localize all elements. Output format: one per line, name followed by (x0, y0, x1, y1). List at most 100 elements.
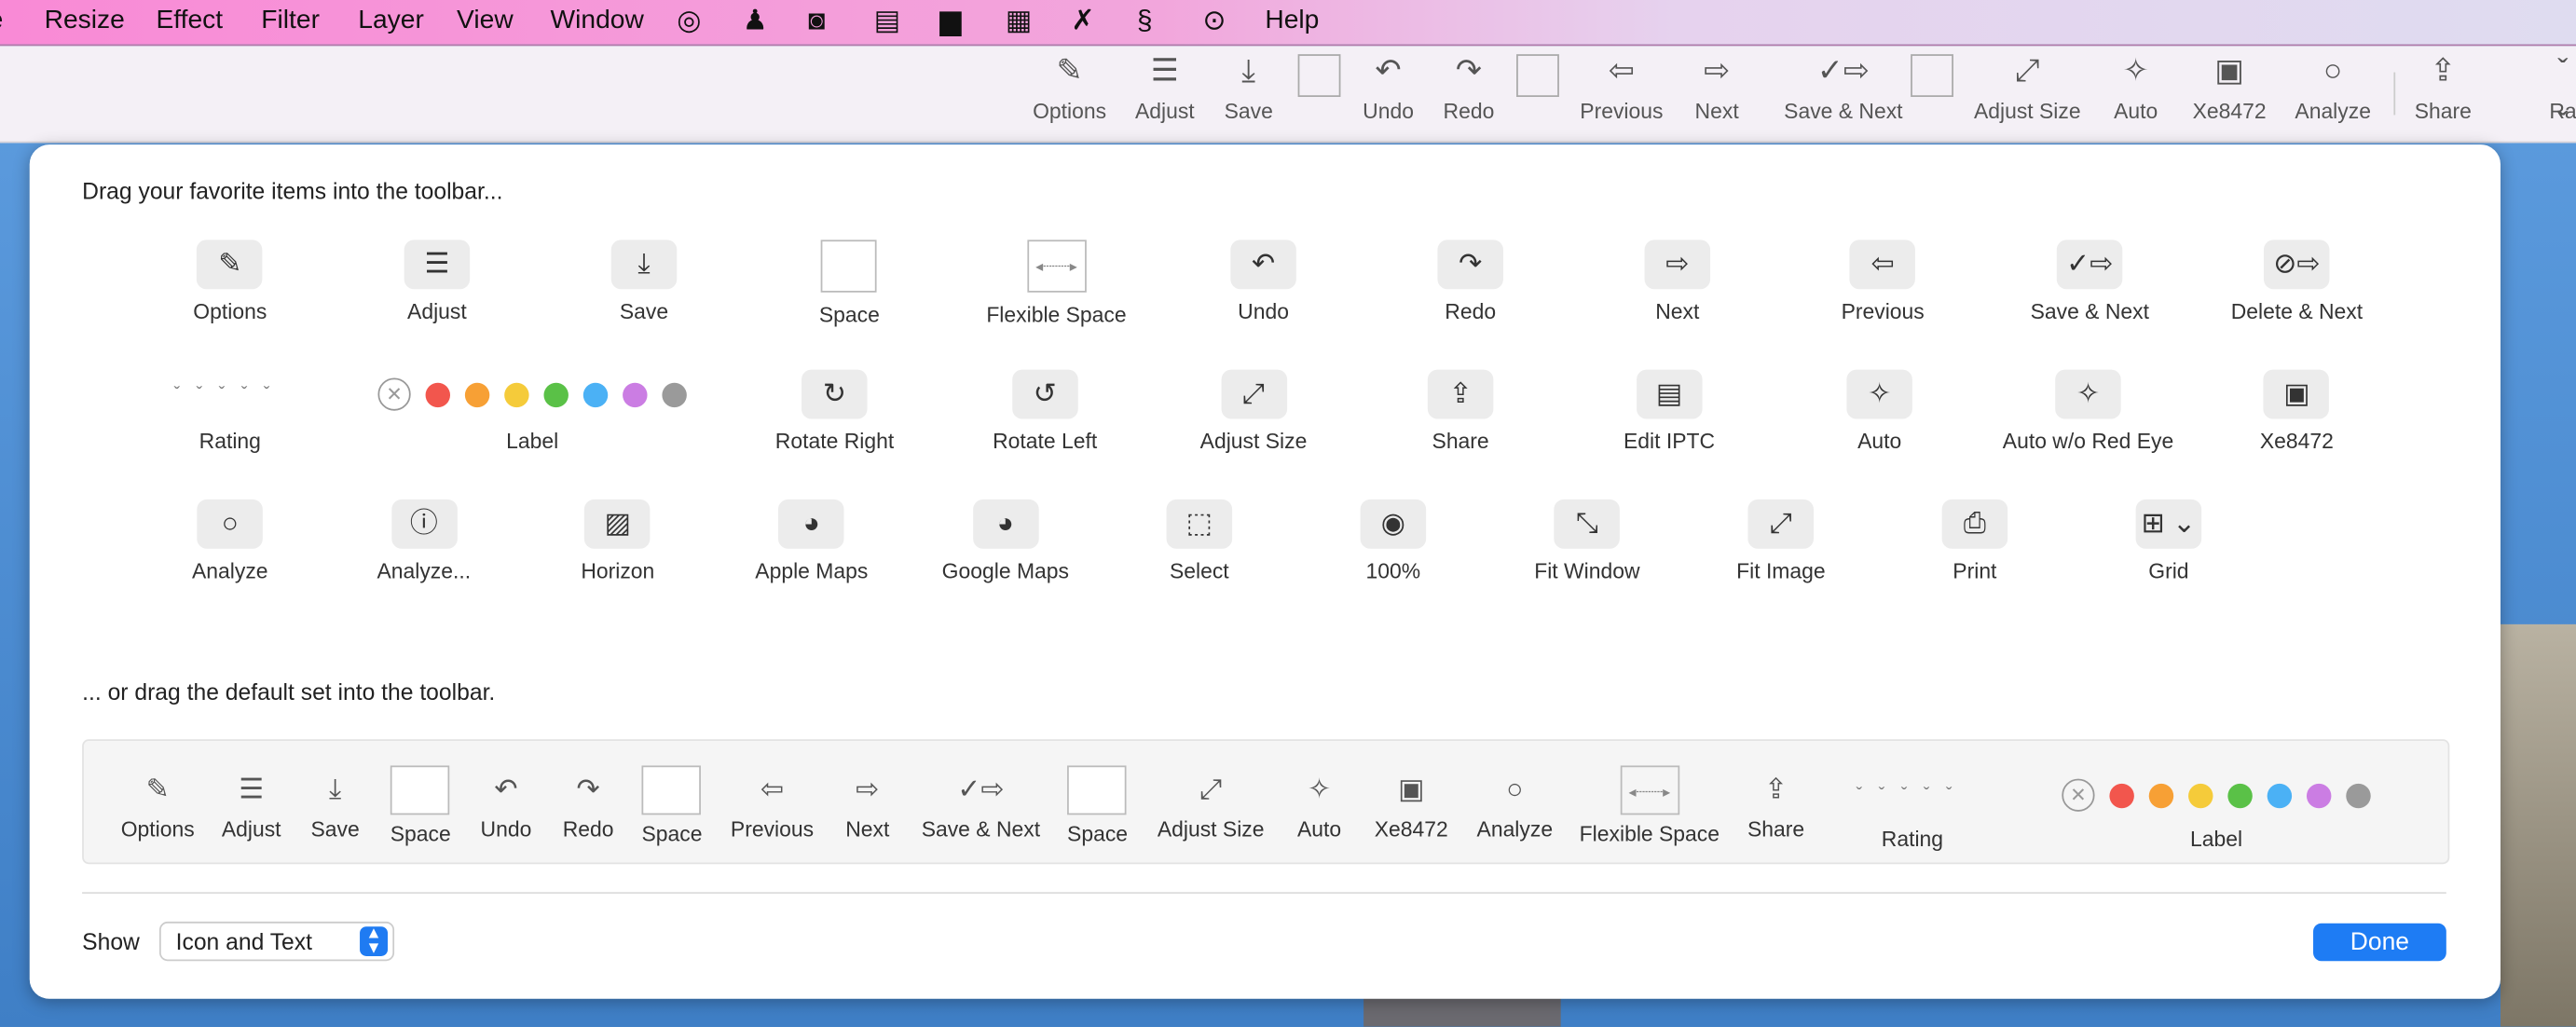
customize-toolbar-sheet: Drag your favorite items into the toolba… (29, 144, 2501, 999)
palette-item-redo[interactable]: ↷ Redo (1437, 240, 1503, 323)
show-select[interactable]: Icon and Text ▲ ▼ (158, 921, 395, 962)
label-color-5 (2306, 782, 2332, 808)
palette-item-globe[interactable]: ◕ Google Maps (942, 499, 1069, 583)
rating-icon: ˇ ˇ (2557, 54, 2569, 142)
palette-item-space[interactable]: Space (819, 240, 880, 327)
toolbar-item-options[interactable]: ✎ Options (1033, 46, 1106, 141)
palette-item-label: Rotate Right (774, 429, 895, 454)
toolbar-item-save[interactable]: ⤓ Save (1225, 46, 1273, 141)
ellipsis-circle-icon[interactable]: ⊙ (1202, 5, 1226, 37)
default-item-redo: ↷ Redo (563, 771, 614, 841)
default-item-label: Space (390, 821, 451, 846)
toolbar-item-redo[interactable]: ↷ Redo (1444, 46, 1495, 141)
default-item-share: ⇪ Share (1747, 771, 1804, 841)
camera-icon[interactable]: ◙ (808, 5, 825, 37)
palette-item-flexible-space[interactable]: ◂┄┄┄▸ Flexible Space (986, 240, 1127, 327)
palette-item-rating[interactable]: ˇˇˇˇˇ Rating (174, 370, 286, 453)
pin-icon[interactable]: ✗ (1071, 5, 1094, 37)
default-set-bar[interactable]: ✎ Options ☰ Adjust ⤓ Save Space ↶ Undo ↷ Redo Space… (82, 739, 2450, 865)
toolbar-item-space[interactable] (1911, 46, 1953, 141)
palette-item-print[interactable]: ⎙ Print (1941, 499, 2008, 583)
person-icon[interactable]: ♟ (743, 5, 768, 37)
palette-item-analyze[interactable]: ○ Analyze (192, 499, 268, 583)
default-item-previous: ⇦ Previous (731, 771, 814, 841)
package-icon[interactable]: ▆ (939, 5, 961, 37)
dollar-icon[interactable]: § (1137, 5, 1153, 37)
palette-item-next[interactable]: ⇨ Next (1644, 240, 1711, 324)
palette-item-label: Auto (1857, 429, 1902, 454)
next-icon: ⇨ (1644, 240, 1711, 290)
toolbar-item-label: Adjust Size (1973, 98, 2081, 124)
previous-icon: ⇦ (1849, 240, 1916, 290)
toolbar-item-rating[interactable]: ˇ ˇ Ra (2549, 46, 2576, 141)
toolbar-item-auto[interactable]: ✧ Auto (2114, 46, 2158, 141)
palette-item-analyze-alert[interactable]: ⓘ Analyze... (377, 499, 471, 583)
menu-e[interactable]: e (0, 7, 3, 36)
fit-window-icon: ⤡ (1554, 499, 1621, 549)
toolbar-item-space[interactable] (1297, 46, 1341, 141)
palette-item-fit-image[interactable]: ⤢ Fit Image (1736, 499, 1826, 583)
toolbar-item-previous[interactable]: ⇦ Previous (1580, 46, 1663, 141)
menu-window[interactable]: Window (551, 7, 644, 36)
palette-item-previous[interactable]: ⇦ Previous (1842, 240, 1925, 323)
palette-item-adjust-size[interactable]: ⤢ Adjust Size (1200, 369, 1307, 454)
done-button[interactable]: Done (2313, 923, 2446, 962)
menu-layer[interactable]: Layer (358, 7, 424, 36)
menu-filter[interactable]: Filter (261, 7, 320, 36)
palette-item-horizon[interactable]: ▨ Horizon (581, 499, 655, 583)
label-color-6 (2346, 782, 2371, 808)
fit-image-icon: ⤢ (1747, 499, 1815, 549)
palette-item-save-next[interactable]: ✓⇨ Save & Next (2031, 240, 2149, 323)
undo-icon: ↶ (1230, 240, 1296, 290)
palette-item-globe[interactable]: ◕ Apple Maps (755, 499, 868, 583)
toolbar-item-adjust-size[interactable]: ⤢ Adjust Size (1974, 46, 2081, 141)
palette-item-fit-window[interactable]: ⤡ Fit Window (1534, 499, 1640, 583)
flexible-space-placeholder: ◂┄┄┄▸ (1620, 765, 1679, 815)
palette-item-adjust[interactable]: ☰ Adjust (404, 240, 471, 323)
palette-item-image[interactable]: ▣ Xe8472 (2260, 369, 2334, 454)
palette-item-auto[interactable]: ✧ Auto (1846, 369, 1912, 454)
palette-item-rotate-left[interactable]: ↺ Rotate Left (993, 369, 1097, 454)
palette-item-label: Next (1655, 298, 1700, 324)
toolbar-item-undo[interactable]: ↶ Undo (1363, 46, 1414, 141)
toolbar-item-next[interactable]: ⇨ Next (1695, 46, 1739, 141)
palette-item-eye[interactable]: ◉ 100% (1360, 499, 1427, 583)
toolbar-item-analyze[interactable]: ○ Analyze (2295, 46, 2371, 141)
auto-icon: ✧ (1307, 774, 1332, 805)
toolbar-item-save-next[interactable]: ✓⇨ Save & Next (1784, 46, 1902, 141)
palette-item-delete-next[interactable]: ⊘⇨ Delete & Next (2231, 240, 2363, 323)
palette-item-label: Edit IPTC (1623, 429, 1716, 454)
palette-item-auto-no-red-eye[interactable]: ✧ Auto w/o Red Eye (2003, 369, 2173, 454)
palette-item-label: Horizon (581, 558, 655, 583)
clipboard-icon[interactable]: ▤ (874, 5, 900, 37)
redo-icon: ↷ (1437, 240, 1503, 290)
palette-item-select[interactable]: ⬚ Select (1166, 499, 1233, 583)
label-color-2 (504, 381, 529, 407)
menu-help[interactable]: Help (1265, 7, 1319, 36)
palette-item-rotate-right[interactable]: ↻ Rotate Right (774, 369, 895, 454)
palette-item-undo[interactable]: ↶ Undo (1230, 240, 1296, 323)
share-icon: ⇪ (1427, 369, 1494, 419)
toolbar-item-adjust[interactable]: ☰ Adjust (1135, 46, 1195, 141)
target-icon[interactable]: ◎ (677, 5, 701, 37)
palette-item-options[interactable]: ✎ Options (193, 240, 267, 323)
toolbar-item-label: Options (1033, 98, 1107, 124)
menu-view[interactable]: View (457, 7, 514, 36)
toolbar-item-image[interactable]: ▣ Xe8472 (2193, 46, 2267, 141)
palette-item-label[interactable]: ✕ Label (377, 370, 687, 454)
toolbar-item-space[interactable] (1516, 46, 1559, 141)
toolbar-item-label: Adjust (1134, 98, 1195, 124)
palette-item-save[interactable]: ⤓ Save (610, 240, 678, 323)
palette-item-edit-iptc[interactable]: ▤ Edit IPTC (1623, 369, 1716, 454)
rotate-right-icon: ↻ (802, 369, 868, 419)
calendar-icon[interactable]: ▦ (1006, 5, 1032, 37)
delete-next-icon: ⊘⇨ (2264, 240, 2330, 290)
toolbar-item-share[interactable]: ⇪ Share (2415, 46, 2472, 141)
toolbar-item-label: Redo (1443, 98, 1495, 124)
palette-item-share[interactable]: ⇪ Share (1427, 369, 1494, 454)
menu-effect[interactable]: Effect (156, 7, 223, 36)
palette-item-grid[interactable]: ⊞ ⌄ Grid (2135, 499, 2202, 583)
menu-resize[interactable]: Resize (45, 7, 125, 36)
default-item-label: Rating (1881, 826, 1944, 852)
label-color-swatches: ✕ (2062, 771, 2371, 820)
